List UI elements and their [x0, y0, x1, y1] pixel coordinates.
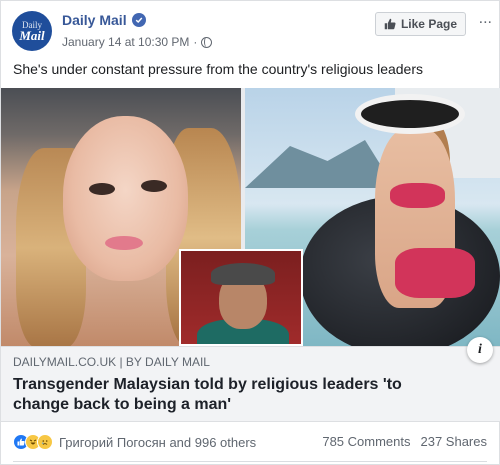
reactions-summary[interactable]: Григорий Погосян and 996 others [13, 434, 256, 450]
post-caption: She's under constant pressure from the c… [13, 61, 423, 77]
globe-icon [201, 36, 213, 48]
engagement-counts: 785 Comments 237 Shares [322, 434, 487, 449]
post-image[interactable] [1, 88, 500, 346]
photo-inset [179, 249, 303, 346]
info-icon[interactable]: i [467, 337, 493, 363]
shares-count[interactable]: 237 Shares [421, 434, 488, 449]
footer-divider [13, 461, 487, 462]
verified-badge-icon [131, 13, 146, 27]
reaction-names[interactable]: Григорий Погосян and 996 others [59, 435, 256, 450]
avatar-logo-text-main: Mail [19, 27, 45, 43]
like-page-label: Like Page [400, 17, 457, 31]
page-name-row: Daily Mail [62, 12, 146, 28]
avatar-logo-text: Daily [22, 19, 42, 30]
link-preview[interactable]: DAILYMAIL.CO.UK | BY DAILY MAIL Transgen… [1, 337, 500, 422]
meta-separator: · [193, 35, 198, 49]
post-timestamp[interactable]: January 14 at 10:30 PM [62, 35, 189, 49]
thumbs-up-icon [384, 18, 396, 30]
page-name-link[interactable]: Daily Mail [62, 12, 127, 28]
like-page-button[interactable]: Like Page [374, 12, 466, 36]
link-title[interactable]: Transgender Malaysian told by religious … [13, 375, 453, 415]
page-avatar[interactable]: Daily Mail [12, 11, 52, 51]
sad-icon [37, 434, 53, 450]
feed-post: Daily Mail Daily Mail January 14 at 10:3… [0, 0, 500, 465]
post-meta: January 14 at 10:30 PM · [62, 35, 213, 49]
more-options-icon[interactable]: ... [479, 11, 492, 27]
comments-count[interactable]: 785 Comments [322, 434, 410, 449]
link-source: DAILYMAIL.CO.UK | BY DAILY MAIL [13, 355, 210, 369]
